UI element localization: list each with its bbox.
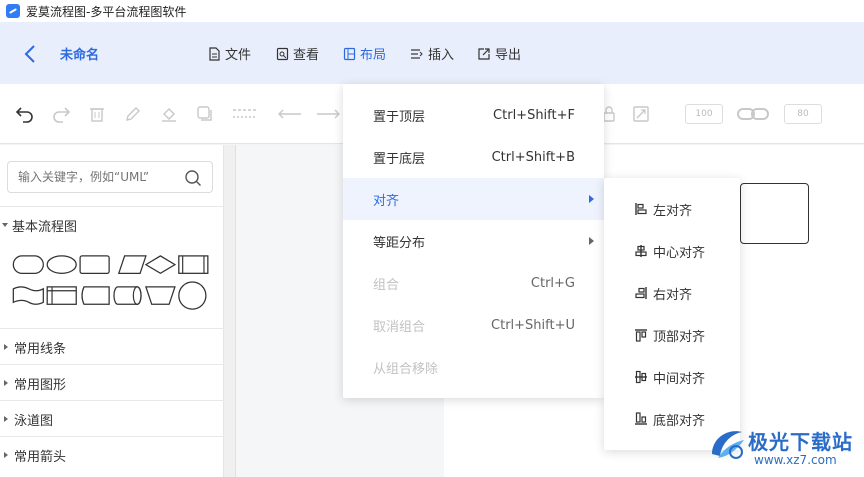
shortcut-label: Ctrl+Shift+B: [491, 149, 575, 165]
document-name[interactable]: 未命名: [60, 44, 99, 63]
watermark: 极光下载站 www.xz7.com: [706, 420, 864, 477]
expand-arrow-icon: [2, 223, 8, 227]
section-label: 基本流程图: [12, 219, 78, 235]
menu-ungroup[interactable]: 取消组合 Ctrl+Shift+U: [343, 304, 604, 346]
file-icon: [209, 46, 220, 61]
menu-item-label: 置于顶层: [373, 109, 426, 125]
menu-send-to-back[interactable]: 置于底层 Ctrl+Shift+B: [343, 136, 604, 178]
menu-layout[interactable]: 布局: [343, 44, 386, 63]
pencil-icon[interactable]: [122, 103, 144, 125]
watermark-logo-icon: [712, 431, 744, 459]
selected-rectangle-shape[interactable]: [740, 183, 809, 244]
menu-view[interactable]: 查看: [276, 44, 319, 63]
height-field[interactable]: 80: [784, 104, 822, 124]
menu-item-label: 取消组合: [373, 319, 426, 335]
menu-item-label: 对齐: [373, 193, 400, 209]
app-logo-icon: [6, 4, 20, 18]
section-common-shapes[interactable]: 常用图形: [0, 364, 224, 401]
collapse-arrow-icon: [4, 344, 8, 350]
collapse-arrow-icon: [4, 416, 8, 422]
menu-item-label: 从组合移除: [373, 361, 439, 377]
submenu-item-label: 右对齐: [653, 287, 693, 303]
menu-file-label: 文件: [225, 48, 252, 63]
menu-export[interactable]: 导出: [477, 44, 521, 63]
shortcut-label: Ctrl+Shift+U: [491, 317, 575, 333]
align-middle-item[interactable]: 中间对齐: [604, 356, 740, 398]
fill-icon[interactable]: [158, 103, 180, 125]
shape-library-sidebar: 基本流程图 常用线条 常用图形 泳道图 常用箭头: [0, 145, 224, 477]
section-label: 常用线条: [14, 341, 67, 357]
section-common-lines[interactable]: 常用线条: [0, 328, 224, 365]
layout-icon: [343, 47, 356, 60]
menu-export-label: 导出: [495, 48, 522, 63]
undo-icon[interactable]: [14, 103, 36, 125]
submenu-arrow-icon: [589, 237, 594, 245]
menu-item-label: 组合: [373, 277, 400, 293]
menu-align[interactable]: 对齐: [343, 178, 604, 220]
align-right-item[interactable]: 右对齐: [604, 272, 740, 314]
align-top-icon: [635, 329, 647, 342]
view-icon: [276, 47, 289, 60]
sidebar-splitter[interactable]: [224, 145, 236, 477]
menu-item-label: 置于底层: [373, 151, 426, 167]
collapse-arrow-icon: [4, 452, 8, 458]
export-icon: [478, 47, 490, 60]
align-left-item[interactable]: 左对齐: [604, 188, 740, 230]
menu-layout-label: 布局: [360, 48, 387, 63]
title-bar: 爱莫流程图-多平台流程图软件: [0, 0, 864, 22]
search-box[interactable]: [7, 161, 213, 193]
submenu-arrow-icon: [589, 195, 594, 203]
section-common-arrows[interactable]: 常用箭头: [0, 436, 224, 473]
menu-insert[interactable]: 插入: [410, 44, 454, 63]
flowchart-shapes-palette[interactable]: [8, 253, 218, 313]
align-middle-icon: [635, 370, 647, 384]
section-basic-flowchart[interactable]: 基本流程图: [0, 206, 224, 243]
menu-distribute[interactable]: 等距分布: [343, 220, 604, 262]
delete-icon[interactable]: [86, 103, 108, 125]
arrow-right-icon[interactable]: [316, 103, 342, 125]
line-style-icon[interactable]: [232, 103, 258, 125]
align-bottom-icon: [635, 412, 647, 425]
window-title: 爱莫流程图-多平台流程图软件: [26, 4, 187, 19]
align-left-icon: [635, 203, 647, 215]
submenu-item-label: 底部对齐: [653, 413, 706, 429]
watermark-url: www.xz7.com: [754, 453, 837, 467]
align-submenu: 左对齐 中心对齐 右对齐 顶部对齐 中间对齐 底部对齐: [604, 178, 740, 450]
back-arrow-icon[interactable]: [20, 42, 40, 66]
width-field[interactable]: 100: [685, 104, 723, 124]
collapse-arrow-icon: [4, 380, 8, 386]
menu-bar: 未命名 文件 查看 布局 插入 导出: [0, 22, 864, 84]
submenu-item-label: 左对齐: [653, 203, 693, 219]
search-input[interactable]: [18, 170, 178, 184]
redo-icon[interactable]: [50, 103, 72, 125]
watermark-title: 极光下载站: [748, 430, 853, 454]
section-swimlane[interactable]: 泳道图: [0, 400, 224, 437]
arrow-left-icon[interactable]: [276, 103, 302, 125]
section-label: 常用箭头: [14, 449, 67, 465]
link-icon[interactable]: [736, 103, 770, 125]
menu-insert-label: 插入: [428, 48, 455, 63]
submenu-item-label: 中间对齐: [653, 371, 706, 387]
menu-bring-to-front[interactable]: 置于顶层 Ctrl+Shift+F: [343, 94, 604, 136]
submenu-item-label: 中心对齐: [653, 245, 706, 261]
align-top-item[interactable]: 顶部对齐: [604, 314, 740, 356]
menu-remove-from-group[interactable]: 从组合移除: [343, 346, 604, 388]
shortcut-label: Ctrl+G: [530, 275, 575, 291]
section-label: 常用图形: [14, 377, 67, 393]
resize-icon[interactable]: [630, 103, 652, 125]
layout-dropdown-menu: 置于顶层 Ctrl+Shift+F 置于底层 Ctrl+Shift+B 对齐 等…: [343, 84, 604, 398]
insert-icon: [411, 48, 423, 59]
menu-group[interactable]: 组合 Ctrl+G: [343, 262, 604, 304]
align-center-icon: [635, 245, 647, 257]
shortcut-label: Ctrl+Shift+F: [493, 107, 575, 123]
menu-view-label: 查看: [293, 48, 320, 63]
menu-file[interactable]: 文件: [208, 44, 251, 63]
menu-item-label: 等距分布: [373, 235, 426, 251]
submenu-item-label: 顶部对齐: [653, 329, 706, 345]
section-label: 泳道图: [14, 413, 54, 429]
search-icon[interactable]: [184, 169, 202, 191]
shadow-icon[interactable]: [194, 103, 216, 125]
align-center-item[interactable]: 中心对齐: [604, 230, 740, 272]
align-right-icon: [635, 287, 647, 299]
